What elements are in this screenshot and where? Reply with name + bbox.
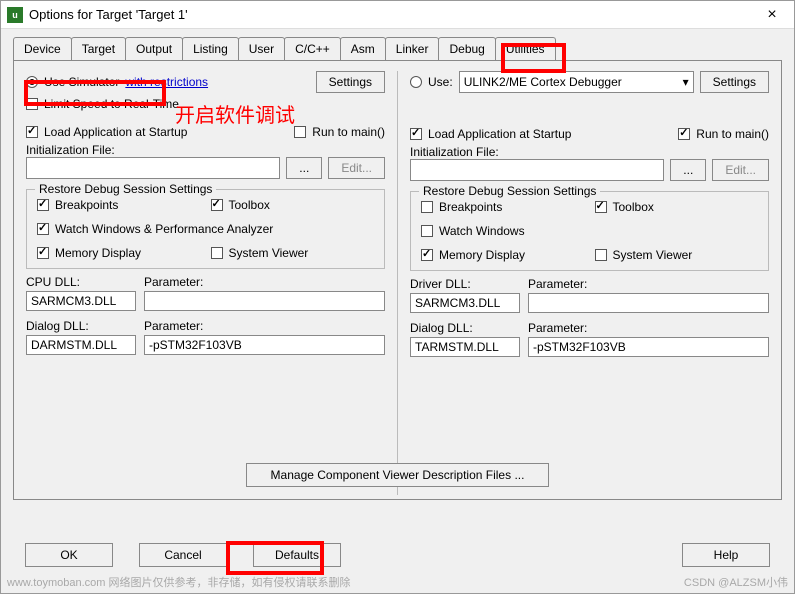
debugger-selected: ULINK2/ME Cortex Debugger xyxy=(464,75,622,89)
sim-edit-button[interactable]: Edit... xyxy=(328,157,385,179)
hw-init-file-input[interactable] xyxy=(410,159,664,181)
sim-restore-title: Restore Debug Session Settings xyxy=(35,182,216,196)
use-simulator-radio[interactable] xyxy=(26,76,38,88)
sim-breakpoints-checkbox[interactable] xyxy=(37,199,49,211)
driver-param-input[interactable] xyxy=(528,293,769,313)
use-hardware-radio[interactable] xyxy=(410,76,422,88)
use-label: Use: xyxy=(428,75,453,89)
use-simulator-label: Use Simulator xyxy=(44,75,119,89)
hw-watch-checkbox[interactable] xyxy=(421,225,433,237)
hw-memory-label: Memory Display xyxy=(439,248,525,262)
hw-restore-group: Restore Debug Session Settings Breakpoin… xyxy=(410,191,769,271)
tab-linker[interactable]: Linker xyxy=(385,37,440,60)
tab-device[interactable]: Device xyxy=(13,37,72,60)
hw-memory-checkbox[interactable] xyxy=(421,249,433,261)
hw-sysview-checkbox[interactable] xyxy=(595,249,607,261)
debug-tab-content: Use Simulator with restrictions Settings… xyxy=(13,60,782,500)
window-title: Options for Target 'Target 1' xyxy=(29,7,756,22)
options-dialog: u Options for Target 'Target 1' × Device… xyxy=(0,0,795,594)
defaults-button[interactable]: Defaults xyxy=(253,543,341,567)
hw-browse-button[interactable]: ... xyxy=(670,159,706,181)
sim-watch-label: Watch Windows & Performance Analyzer xyxy=(55,222,273,236)
sim-memory-checkbox[interactable] xyxy=(37,247,49,259)
tab-asm[interactable]: Asm xyxy=(340,37,386,60)
limit-speed-checkbox[interactable] xyxy=(26,98,38,110)
tab-debug[interactable]: Debug xyxy=(438,37,495,60)
tab-strip: Device Target Output Listing User C/C++ … xyxy=(1,29,794,60)
titlebar: u Options for Target 'Target 1' × xyxy=(1,1,794,29)
sim-toolbox-checkbox[interactable] xyxy=(211,199,223,211)
hw-watch-label: Watch Windows xyxy=(439,224,525,238)
sim-watch-checkbox[interactable] xyxy=(37,223,49,235)
close-icon[interactable]: × xyxy=(756,6,788,24)
cpu-param-input[interactable] xyxy=(144,291,385,311)
sim-dialog-dll-label: Dialog DLL: xyxy=(26,319,136,333)
sim-dialog-param-label: Parameter: xyxy=(144,319,385,333)
watermark-right: CSDN @ALZSM小伟 xyxy=(684,574,788,590)
hardware-column: Use: ULINK2/ME Cortex Debugger Settings … xyxy=(410,71,769,495)
tab-target[interactable]: Target xyxy=(71,37,126,60)
hw-load-app-label: Load Application at Startup xyxy=(428,127,571,141)
driver-dll-label: Driver DLL: xyxy=(410,277,520,291)
hw-dialog-param-input[interactable]: -pSTM32F103VB xyxy=(528,337,769,357)
sim-run-main-label: Run to main() xyxy=(312,125,385,139)
with-restrictions-link[interactable]: with restrictions xyxy=(125,75,208,89)
debugger-select[interactable]: ULINK2/ME Cortex Debugger xyxy=(459,71,694,93)
tab-listing[interactable]: Listing xyxy=(182,37,239,60)
hw-dialog-dll-input[interactable]: TARMSTM.DLL xyxy=(410,337,520,357)
hw-load-app-checkbox[interactable] xyxy=(410,128,422,140)
help-button[interactable]: Help xyxy=(682,543,770,567)
watermark-left: www.toymoban.com 网络图片仅供参考，非存储，如有侵权请联系删除 xyxy=(7,574,350,590)
simulator-column: Use Simulator with restrictions Settings… xyxy=(26,71,385,495)
sim-sysview-checkbox[interactable] xyxy=(211,247,223,259)
tab-user[interactable]: User xyxy=(238,37,285,60)
sim-load-app-label: Load Application at Startup xyxy=(44,125,187,139)
limit-speed-label: Limit Speed to Real-Time xyxy=(44,97,179,111)
dialog-buttons: OK Cancel Defaults Help xyxy=(1,543,794,567)
hw-init-file-label: Initialization File: xyxy=(410,145,769,159)
cpu-dll-label: CPU DLL: xyxy=(26,275,136,289)
hw-restore-title: Restore Debug Session Settings xyxy=(419,184,600,198)
sim-sysview-label: System Viewer xyxy=(229,246,309,260)
hw-toolbox-checkbox[interactable] xyxy=(595,201,607,213)
sim-init-file-label: Initialization File: xyxy=(26,143,385,157)
column-divider xyxy=(397,71,398,495)
hw-dialog-param-label: Parameter: xyxy=(528,321,769,335)
sim-init-file-input[interactable] xyxy=(26,157,280,179)
driver-param-label: Parameter: xyxy=(528,277,769,291)
hw-settings-button[interactable]: Settings xyxy=(700,71,769,93)
hw-run-main-checkbox[interactable] xyxy=(678,128,690,140)
ok-button[interactable]: OK xyxy=(25,543,113,567)
tab-output[interactable]: Output xyxy=(125,37,183,60)
sim-breakpoints-label: Breakpoints xyxy=(55,198,118,212)
hw-toolbox-label: Toolbox xyxy=(613,200,654,214)
hw-breakpoints-checkbox[interactable] xyxy=(421,201,433,213)
sim-settings-button[interactable]: Settings xyxy=(316,71,385,93)
tab-utilities[interactable]: Utilities xyxy=(495,37,556,60)
tab-cpp[interactable]: C/C++ xyxy=(284,37,341,60)
sim-toolbox-label: Toolbox xyxy=(229,198,270,212)
sim-dialog-dll-input[interactable]: DARMSTM.DLL xyxy=(26,335,136,355)
hw-breakpoints-label: Breakpoints xyxy=(439,200,502,214)
cpu-dll-input[interactable]: SARMCM3.DLL xyxy=(26,291,136,311)
hw-dialog-dll-label: Dialog DLL: xyxy=(410,321,520,335)
sim-load-app-checkbox[interactable] xyxy=(26,126,38,138)
app-icon: u xyxy=(7,7,23,23)
sim-browse-button[interactable]: ... xyxy=(286,157,322,179)
cpu-param-label: Parameter: xyxy=(144,275,385,289)
sim-run-main-checkbox[interactable] xyxy=(294,126,306,138)
sim-restore-group: Restore Debug Session Settings Breakpoin… xyxy=(26,189,385,269)
sim-memory-label: Memory Display xyxy=(55,246,141,260)
cancel-button[interactable]: Cancel xyxy=(139,543,227,567)
manage-component-button[interactable]: Manage Component Viewer Description File… xyxy=(246,463,550,487)
hw-edit-button[interactable]: Edit... xyxy=(712,159,769,181)
sim-dialog-param-input[interactable]: -pSTM32F103VB xyxy=(144,335,385,355)
hw-sysview-label: System Viewer xyxy=(613,248,693,262)
driver-dll-input[interactable]: SARMCM3.DLL xyxy=(410,293,520,313)
hw-run-main-label: Run to main() xyxy=(696,127,769,141)
